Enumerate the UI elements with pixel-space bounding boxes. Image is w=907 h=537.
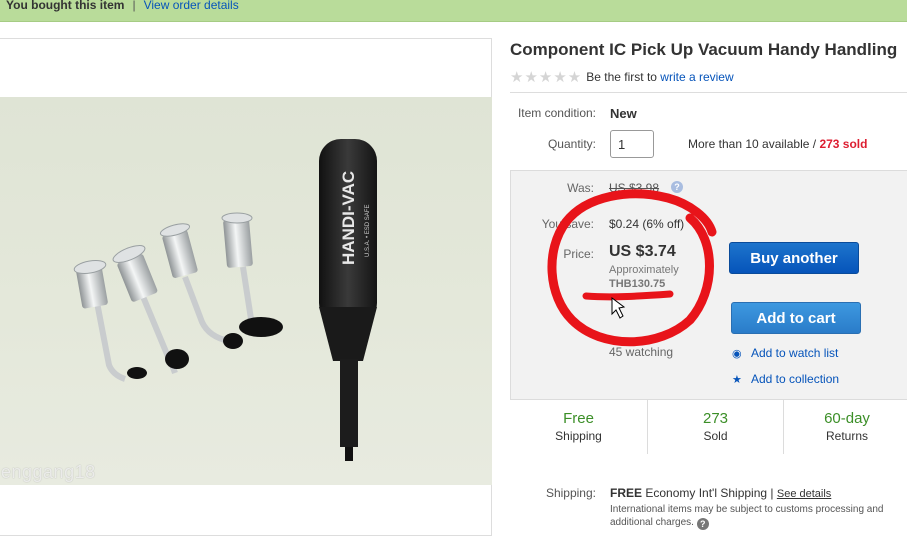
availability-text: More than 10 available / 273 sold [688,137,867,151]
image-watermark: enggang18 [1,462,96,482]
view-order-details-link[interactable]: View order details [144,0,239,12]
vacuum-pen-body: HANDI-VAC U.S.A. • ESD SAFE [319,139,377,461]
star-icon: ★ [732,374,742,386]
feature-returns: 60-day Returns [784,400,907,454]
eye-icon: ◉ [732,348,742,360]
you-save-label: You save: [541,217,594,231]
feature-sold: 273 Sold [648,400,784,454]
price-value: US $3.74 [609,243,676,260]
converted-price: THB130.75 [609,278,666,290]
you-save-value: $0.24 (6% off) [609,217,685,231]
customs-note: International items may be subject to cu… [610,503,905,530]
feature-free-shipping: Free Shipping [510,400,648,454]
vacuum-pen-illustration: HANDI-VAC U.S.A. • ESD SAFE [73,139,377,461]
add-to-cart-button[interactable]: Add to cart [731,302,861,334]
feature-value: 60-day [824,410,870,427]
condition-value: New [610,106,637,121]
product-image-panel: HANDI-VAC U.S.A. • ESD SAFE enggang18 [0,38,492,536]
watching-count: 45 watching [609,345,674,359]
was-price: US $3.98 [609,181,660,195]
price-label: Price: [563,247,594,261]
feature-caption: Returns [825,429,869,443]
shipping-value: FREE Economy Int'l Shipping | See detail… [610,486,831,500]
product-photo[interactable]: HANDI-VAC U.S.A. • ESD SAFE enggang18 [0,97,492,485]
buy-another-button[interactable]: Buy another [729,242,859,274]
availability-count: More than 10 available / [688,137,817,151]
shipping-label: Shipping: [545,486,596,500]
add-to-watch-list-link[interactable]: ◉ Add to watch list [732,346,838,360]
suction-tip-4 [221,212,283,337]
watch-list-label: Add to watch list [751,346,839,360]
purchase-notice-bar: You bought this item | View order details [0,0,907,22]
feature-value: Free [563,410,594,427]
notice-separator: | [132,0,136,12]
quantity-input[interactable] [610,130,654,158]
quantity-label: Quantity: [547,137,596,151]
svg-text:HANDI-VAC: HANDI-VAC [339,171,358,265]
feature-value: 273 [702,410,729,427]
write-review-link[interactable]: write a review [660,70,733,84]
rating-text: Be the first to [586,70,657,84]
help-icon[interactable]: ? [671,181,683,193]
rating-stars-icon: ★★★★★ [510,69,583,86]
rating-row: ★★★★★ Be the first to write a review [510,68,734,86]
item-title: Component IC Pick Up Vacuum Handy Handli… [510,40,898,59]
condition-label: Item condition: [517,106,596,120]
collection-label: Add to collection [751,372,840,386]
feature-strip: Free Shipping 273 Sold 60-day Returns [510,399,907,454]
shipping-free: FREE [610,486,643,500]
was-label: Was: [567,181,594,195]
svg-text:U.S.A. • ESD SAFE: U.S.A. • ESD SAFE [365,205,371,257]
question-icon[interactable]: ? [696,518,709,530]
purchase-notice-text: You bought this item [6,0,125,12]
add-to-collection-link[interactable]: ★ Add to collection [732,372,839,386]
customs-note-text: International items may be subject to cu… [610,504,884,528]
approx-label: Approximately [609,264,679,276]
divider [510,92,907,93]
see-details-link[interactable]: See details [777,488,831,500]
feature-caption: Shipping [555,429,602,443]
feature-caption: Sold [703,429,728,443]
sold-count: 273 sold [819,137,868,151]
shipping-method: Economy Int'l Shipping | [645,486,774,500]
